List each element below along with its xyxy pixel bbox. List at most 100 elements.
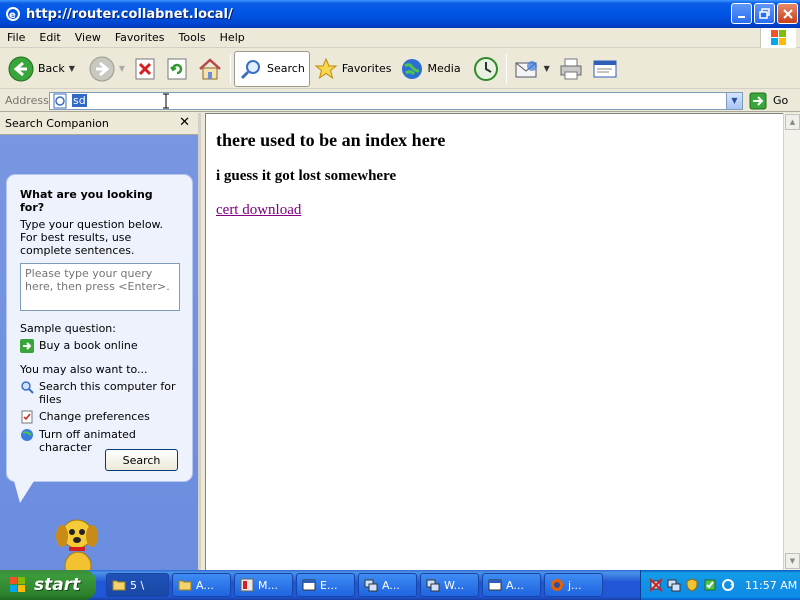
maximize-button[interactable] bbox=[754, 3, 775, 24]
menu-file[interactable]: File bbox=[0, 31, 32, 44]
window-title: http://router.collabnet.local/ bbox=[26, 6, 233, 22]
task-button[interactable]: A... bbox=[482, 573, 541, 597]
task-button[interactable]: 5 \ bbox=[106, 573, 169, 597]
companion-search-button[interactable]: Search bbox=[105, 449, 178, 471]
forward-dropdown-icon[interactable]: ▼ bbox=[119, 64, 125, 73]
window-icon bbox=[302, 579, 316, 591]
menu-bar: File Edit View Favorites Tools Help bbox=[0, 28, 800, 48]
change-preferences-text: Change preferences bbox=[39, 410, 150, 423]
search-computer-icon bbox=[21, 381, 34, 394]
windows-logo-icon bbox=[760, 28, 796, 48]
app-icon bbox=[240, 578, 254, 592]
taskbar: start 5 \ A... M... E... A... W... A... … bbox=[0, 570, 800, 600]
sample-question-link[interactable]: Buy a book online bbox=[20, 339, 179, 353]
search-icon bbox=[240, 59, 261, 79]
task-button[interactable]: E... bbox=[296, 573, 355, 597]
network-icon bbox=[426, 579, 440, 592]
search-button[interactable]: Search bbox=[234, 50, 310, 87]
forward-button[interactable]: ▼ bbox=[85, 52, 129, 86]
printer-icon bbox=[560, 58, 582, 79]
shield-icon[interactable] bbox=[685, 578, 699, 592]
back-arrow-icon bbox=[8, 56, 34, 81]
question-description: Type your question below. For best resul… bbox=[20, 218, 164, 257]
scroll-up-icon[interactable]: ▲ bbox=[785, 114, 800, 130]
go-button[interactable]: Go bbox=[749, 92, 788, 110]
task-label: A... bbox=[196, 578, 214, 592]
task-list: 5 \ A... M... E... A... W... A... j... bbox=[106, 573, 603, 597]
task-button[interactable]: A... bbox=[358, 573, 417, 597]
star-icon bbox=[314, 57, 338, 79]
forward-arrow-icon bbox=[89, 56, 115, 81]
toolbar-separator bbox=[230, 53, 232, 84]
cert-download-link[interactable]: cert download bbox=[216, 202, 301, 218]
menu-view[interactable]: View bbox=[68, 31, 108, 44]
search-computer-text: Search this computer for files bbox=[39, 380, 176, 406]
mail-button[interactable]: ▼ bbox=[510, 52, 554, 86]
address-label: Address bbox=[5, 94, 49, 107]
task-label: j... bbox=[568, 578, 582, 592]
address-value[interactable]: sd bbox=[72, 94, 87, 107]
media-button[interactable]: Media bbox=[396, 52, 465, 86]
folder-icon bbox=[178, 580, 192, 591]
query-input[interactable] bbox=[20, 263, 180, 311]
scroll-down-icon[interactable]: ▼ bbox=[785, 553, 800, 569]
sync-icon[interactable] bbox=[721, 578, 735, 592]
start-button[interactable]: start bbox=[0, 570, 96, 600]
print-button[interactable] bbox=[554, 52, 588, 86]
page-heading: there used to be an index here bbox=[216, 130, 446, 150]
go-arrow-icon bbox=[749, 92, 767, 109]
search-companion-header: Search Companion ✕ bbox=[0, 113, 198, 135]
green-arrow-icon bbox=[20, 339, 34, 353]
refresh-button[interactable] bbox=[161, 52, 193, 86]
pane-close-icon[interactable]: ✕ bbox=[179, 115, 190, 130]
favorites-button[interactable]: Favorites bbox=[310, 52, 396, 86]
close-button[interactable] bbox=[777, 3, 798, 24]
page-content: there used to be an index here i guess i… bbox=[205, 113, 783, 570]
stop-icon bbox=[135, 58, 155, 79]
search-bubble: What are you looking for? Type your ques… bbox=[6, 174, 193, 482]
minimize-button[interactable] bbox=[731, 3, 752, 24]
task-button[interactable]: A... bbox=[172, 573, 231, 597]
edit-page-button[interactable] bbox=[588, 52, 622, 86]
sample-label: Sample question: bbox=[20, 322, 116, 335]
task-label: M... bbox=[258, 578, 278, 592]
back-button[interactable]: Back ▼ bbox=[4, 52, 79, 86]
history-icon bbox=[473, 56, 498, 81]
task-label: E... bbox=[320, 578, 338, 592]
menu-tools[interactable]: Tools bbox=[172, 31, 213, 44]
menu-favorites[interactable]: Favorites bbox=[108, 31, 172, 44]
stop-button[interactable] bbox=[129, 52, 161, 86]
network-icon bbox=[364, 579, 378, 592]
search-companion-pane: Search Companion ✕ What are you looking … bbox=[0, 113, 201, 584]
mail-icon bbox=[515, 60, 537, 77]
also-want-label: You may also want to... bbox=[20, 363, 148, 376]
clock[interactable]: 11:57 AM bbox=[745, 579, 797, 592]
history-button[interactable] bbox=[469, 52, 503, 86]
task-button[interactable]: M... bbox=[234, 573, 293, 597]
menu-help[interactable]: Help bbox=[213, 31, 252, 44]
character-icon bbox=[21, 429, 33, 441]
address-dropdown-icon[interactable]: ▼ bbox=[726, 92, 742, 109]
home-button[interactable] bbox=[193, 52, 227, 86]
search-computer-link[interactable]: Search this computer for files bbox=[20, 380, 179, 406]
network-connection-icon[interactable] bbox=[667, 578, 681, 592]
task-label: W... bbox=[444, 578, 465, 592]
search-companion-body: What are you looking for? Type your ques… bbox=[0, 136, 198, 584]
task-button[interactable]: W... bbox=[420, 573, 479, 597]
network-error-icon[interactable] bbox=[649, 578, 663, 592]
back-label: Back bbox=[38, 62, 65, 75]
address-field[interactable]: sd ▼ bbox=[49, 91, 743, 110]
change-preferences-link[interactable]: Change preferences bbox=[20, 410, 179, 424]
vertical-scrollbar[interactable]: ▲ ▼ bbox=[783, 113, 800, 570]
back-dropdown-icon[interactable]: ▼ bbox=[69, 64, 75, 73]
security-icon[interactable] bbox=[703, 578, 717, 592]
firefox-icon bbox=[551, 579, 563, 591]
svg-text:e: e bbox=[9, 10, 16, 21]
task-button[interactable]: j... bbox=[544, 573, 603, 597]
bubble-tail bbox=[14, 481, 34, 503]
mail-dropdown-icon[interactable]: ▼ bbox=[544, 64, 550, 73]
windows-flag-icon bbox=[10, 577, 25, 592]
page-icon bbox=[53, 93, 67, 108]
preferences-icon bbox=[21, 410, 33, 424]
menu-edit[interactable]: Edit bbox=[32, 31, 67, 44]
